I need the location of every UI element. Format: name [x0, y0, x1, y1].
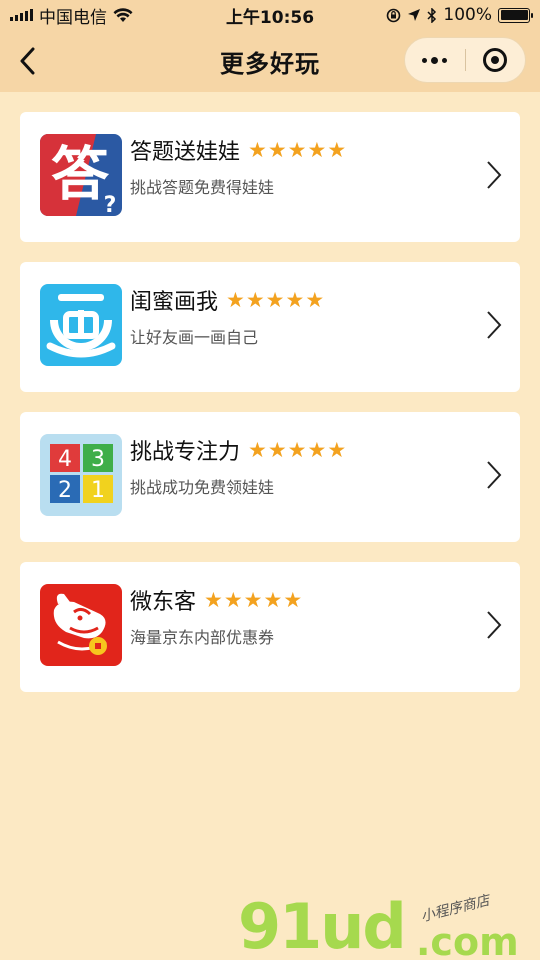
chevron-right-icon: [487, 311, 502, 339]
chevron-right-icon: [487, 161, 502, 189]
status-bar: 中国电信 上午10:56 100%: [0, 0, 540, 30]
status-left: 中国电信: [10, 3, 133, 28]
star-icon: ★: [204, 587, 223, 612]
rating-stars: ★ ★ ★ ★ ★: [226, 287, 325, 312]
star-icon: ★: [248, 437, 267, 462]
star-icon: ★: [283, 587, 303, 612]
rating-stars: ★ ★ ★ ★ ★: [248, 437, 347, 462]
carrier-name: 中国电信: [39, 7, 107, 28]
battery-icon: [498, 7, 533, 23]
svg-text:3: 3: [91, 447, 105, 472]
jd-dog-icon: [40, 584, 122, 666]
target-circle-icon: [483, 48, 508, 72]
svg-text:1: 1: [91, 478, 105, 503]
list-item-draw-me[interactable]: 闺蜜画我 ★ ★ ★ ★ ★ 让好友画一画自己: [20, 262, 520, 392]
navigation-bar: 更多好玩: [0, 30, 540, 92]
star-icon: ★: [263, 587, 283, 612]
wifi-icon: [113, 7, 133, 22]
star-icon: ★: [307, 437, 327, 462]
chevron-left-icon: [20, 47, 35, 75]
battery-percent: 100%: [443, 5, 492, 25]
rating-stars: ★ ★ ★ ★ ★: [248, 137, 347, 162]
game-list: 答 ? 答题送娃娃 ★ ★ ★ ★ ★ 挑战答题免费得娃娃 闺蜜画我 ★ ★ ★…: [20, 112, 520, 712]
miniprogram-capsule: [404, 37, 526, 83]
svg-text:4: 4: [58, 447, 72, 472]
title-row: 闺蜜画我 ★ ★ ★ ★ ★: [130, 284, 324, 316]
item-title: 微东客: [130, 590, 197, 615]
item-description: 让好友画一画自己: [130, 328, 259, 347]
star-icon: ★: [243, 587, 263, 612]
svg-text:?: ?: [104, 193, 117, 216]
chevron-right-icon: [487, 611, 502, 639]
title-row: 答题送娃娃 ★ ★ ★ ★ ★: [130, 134, 346, 166]
star-icon: ★: [245, 287, 265, 312]
item-description: 挑战成功免费领娃娃: [130, 478, 275, 497]
answer-quiz-icon: 答 ?: [40, 134, 122, 216]
star-icon: ★: [327, 437, 347, 462]
star-icon: ★: [287, 137, 307, 162]
item-description: 海量京东内部优惠券: [130, 628, 275, 647]
back-button[interactable]: [12, 43, 42, 79]
page-title: 更多好玩: [220, 49, 320, 78]
more-menu-button[interactable]: [405, 38, 465, 82]
close-miniprogram-button[interactable]: [466, 38, 526, 82]
svg-text:2: 2: [58, 478, 72, 503]
star-icon: ★: [223, 587, 243, 612]
status-right: 100%: [386, 5, 533, 25]
item-title: 答题送娃娃: [130, 140, 241, 165]
location-icon: [408, 9, 421, 21]
star-icon: ★: [248, 137, 267, 162]
list-item-quiz[interactable]: 答 ? 答题送娃娃 ★ ★ ★ ★ ★ 挑战答题免费得娃娃: [20, 112, 520, 242]
item-description: 挑战答题免费得娃娃: [130, 178, 275, 197]
star-icon: ★: [265, 287, 285, 312]
rating-stars: ★ ★ ★ ★ ★: [204, 587, 303, 612]
star-icon: ★: [287, 437, 307, 462]
star-icon: ★: [226, 287, 245, 312]
title-row: 微东客 ★ ★ ★ ★ ★: [130, 584, 302, 616]
star-icon: ★: [285, 287, 305, 312]
watermark-main: 91ud: [238, 890, 407, 960]
title-row: 挑战专注力 ★ ★ ★ ★ ★: [130, 434, 346, 466]
bluetooth-icon: [427, 7, 437, 23]
draw-me-icon: [40, 284, 122, 366]
item-title: 挑战专注力: [130, 440, 241, 465]
signal-strength-icon: [10, 9, 33, 21]
list-item-wei-dong-ke[interactable]: 微东客 ★ ★ ★ ★ ★ 海量京东内部优惠券: [20, 562, 520, 692]
star-icon: ★: [267, 437, 287, 462]
watermark-domain: .com: [416, 920, 519, 960]
more-dots-icon: [422, 56, 448, 64]
item-title: 闺蜜画我: [130, 290, 219, 315]
list-item-focus-challenge[interactable]: 4 3 2 1 挑战专注力 ★ ★ ★ ★ ★ 挑战成功免费领娃娃: [20, 412, 520, 542]
number-grid-icon: 4 3 2 1: [40, 434, 122, 516]
quiz-char: 答: [51, 140, 110, 208]
watermark-logo: 91ud 小程序商店 .com: [238, 890, 538, 960]
chevron-right-icon: [487, 461, 502, 489]
star-icon: ★: [267, 137, 287, 162]
star-icon: ★: [305, 287, 325, 312]
rotation-lock-icon: [387, 8, 401, 22]
star-icon: ★: [327, 137, 347, 162]
star-icon: ★: [307, 137, 327, 162]
